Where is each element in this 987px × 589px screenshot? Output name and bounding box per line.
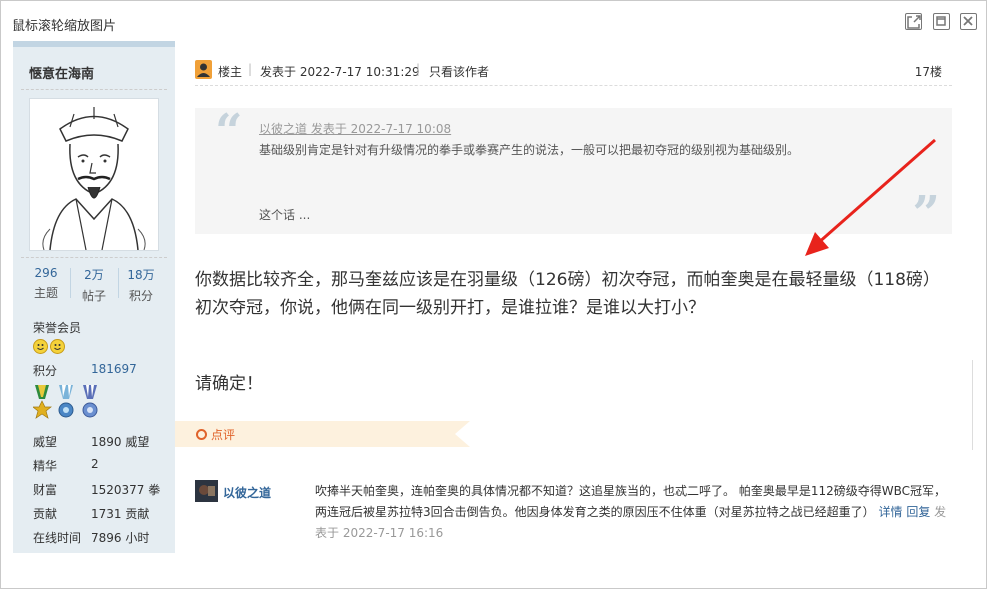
commenter-name[interactable]: 以彼之道 [223,484,271,501]
scrollbar[interactable] [972,360,977,450]
comment-tab-label[interactable]: 点评 [211,426,235,443]
quote-more: 这个话 ... [259,208,311,222]
sidebar-top-bar [13,41,175,47]
window-title: 鼠标滚轮缩放图片 [12,19,117,34]
points-label: 积分 [33,364,58,378]
medal-icon [82,385,98,418]
author-stats: 296 主题 2万 帖子 18万 积分 [13,266,175,304]
info-row: 贡献 1731 贡献 [33,505,173,529]
stat-posts[interactable]: 2万 帖子 [70,266,118,304]
maximize-icon[interactable] [933,13,950,30]
info-row: 精华 2 [33,457,173,481]
medal-icon [58,385,74,418]
post-body-text: 你数据比较齐全，那马奎兹应该是在羽量级（126磅）初次夺冠，而帕奎奥是在最轻量级… [195,270,940,318]
info-row: 财富 1520377 拳 [33,481,173,505]
info-key: 在线时间 [33,531,82,545]
info-value: 7896 小时 [91,531,150,545]
post-header: 楼主 | 发表于 2022-7-17 10:31:29 | 只看该作者 17楼 [195,60,952,84]
stat-points-label: 积分 [128,289,153,303]
author-avatar[interactable] [29,98,159,251]
separator: | [416,62,421,76]
info-key: 威望 [33,435,58,449]
comment-text: 吹捧半天帕奎奥，连帕奎奥的具体情况都不知道？这追星族当的，也忒二呼了。 帕奎奥最… [315,481,955,544]
stat-posts-count: 2万 [84,268,104,282]
comment-tab: 点评 [175,421,470,447]
author-sidebar: 惬意在海南 296 主题 2万 帖子 18万 积分 荣誉会员 积分 181697… [13,41,175,553]
stat-topics-label: 主题 [33,286,58,300]
only-author-link[interactable]: 只看该作者 [429,63,489,80]
post-time: 发表于 2022-7-17 10:31:29 [260,65,420,79]
points-value[interactable]: 181697 [91,362,137,376]
comment-content: 吹捧半天帕奎奥，连帕奎奥的具体情况都不知道？这追星族当的，也忒二呼了。 帕奎奥最… [315,484,946,519]
post-role: 楼主 [218,65,243,79]
info-value: 2 [91,457,99,471]
floor-number[interactable]: 17楼 [915,63,942,80]
quote-open-icon: “ [215,104,243,160]
stat-points-count: 18万 [127,268,155,282]
comment-ring-icon [196,429,207,440]
author-username[interactable]: 惬意在海南 [29,63,94,82]
comment-reply-link[interactable]: 回复 [906,505,930,519]
author-info-table: 威望 1890 威望 精华 2 财富 1520377 拳 贡献 1731 贡献 … [33,433,173,553]
open-external-icon[interactable] [905,13,922,30]
stat-posts-label: 帖子 [81,289,106,303]
smiley-icon [33,339,48,354]
points-row: 积分 181697 [33,362,137,379]
commenter-avatar[interactable] [195,480,218,502]
info-value: 1890 威望 [91,435,150,449]
info-value: 1731 贡献 [91,507,150,521]
stat-topics[interactable]: 296 主题 [22,266,70,301]
divider [21,89,167,90]
info-key: 财富 [33,483,58,497]
annotation-arrow-icon [805,138,936,256]
comment-detail-link[interactable]: 详情 [878,505,902,519]
info-row: 在线时间 7896 小时 [33,529,173,553]
quote-source-link[interactable]: 以彼之道 发表于 2022-7-17 10:08 [259,120,451,137]
separator: | [248,62,253,76]
info-key: 贡献 [33,507,58,521]
post-body-text-2: 请确定！ [195,374,263,394]
info-value: 1520377 拳 [91,483,161,497]
host-badge-icon [195,60,212,79]
info-key: 精华 [33,459,58,473]
user-rank: 荣誉会员 [33,321,82,335]
rank-stars [33,339,67,357]
medals [32,385,109,424]
divider [21,257,167,258]
stat-points[interactable]: 18万 积分 [117,266,165,304]
medal-icon [32,385,52,419]
quote-text: 基础级别肯定是针对有升级情况的拳手或拳赛产生的说法，一般可以把最初夺冠的级别视为… [259,143,800,157]
info-row: 威望 1890 威望 [33,433,173,457]
smiley-icon [50,339,65,354]
stat-topics-count: 296 [34,266,58,280]
title-bar: 鼠标滚轮缩放图片 [0,0,987,44]
header-divider [195,85,952,86]
close-icon[interactable] [960,13,977,30]
